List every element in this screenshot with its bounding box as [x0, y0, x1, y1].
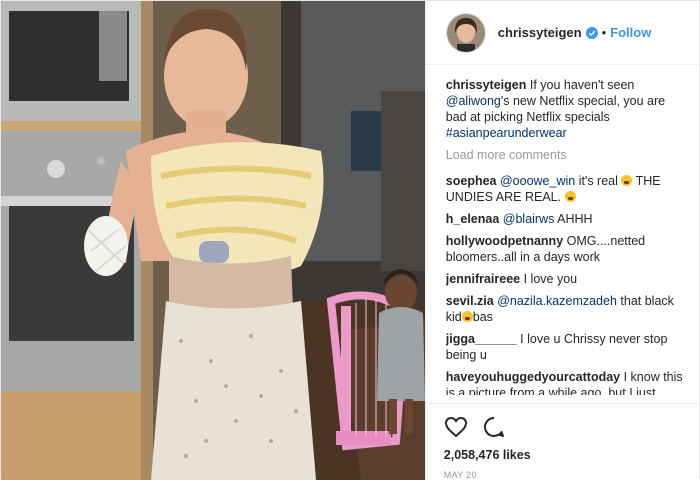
heart-icon[interactable] — [444, 415, 468, 439]
post-sidebar: chrissyteigen • Follow chrissyteigen If … — [424, 1, 700, 480]
comment-text: it's real — [575, 174, 622, 188]
caption-mention[interactable]: @aliwong — [446, 94, 501, 108]
smile-emoji-icon — [461, 311, 473, 322]
post-actions: 2,058,476 likes MAY 20 — [425, 403, 700, 480]
comment-item: soephea @ooowe_win it's real THE UNDIES … — [446, 173, 686, 205]
action-icons — [444, 404, 700, 440]
avatar[interactable] — [445, 12, 486, 53]
comment-username[interactable]: hollywoodpetnanny — [446, 234, 563, 248]
comment-item: h_elenaa @blairws AHHH — [446, 211, 686, 227]
comment-list[interactable]: chrissyteigen If you haven't seen @aliwo… — [446, 77, 686, 395]
comment-item: hollywoodpetnanny OMG....netted bloomers… — [446, 233, 686, 265]
comment-item: sevil.zia @nazila.kazemzadeh that black … — [446, 293, 686, 325]
comment-text: AHHH — [554, 212, 593, 226]
comment-item: jennifraireee I love you — [446, 271, 686, 287]
caption-username[interactable]: chrissyteigen — [446, 78, 527, 92]
post-header: chrissyteigen • Follow — [425, 1, 700, 65]
comment-item: jigga______ I love u Chrissy never stop … — [446, 331, 686, 363]
comment-mention[interactable]: @blairws — [503, 212, 555, 226]
instagram-post: chrissyteigen • Follow chrissyteigen If … — [0, 0, 700, 480]
follow-button[interactable]: Follow — [610, 25, 651, 40]
post-photo[interactable] — [1, 1, 425, 480]
comment-mention[interactable]: @ooowe_win — [500, 174, 575, 188]
caption: chrissyteigen If you haven't seen @aliwo… — [446, 77, 686, 141]
load-more-comments-button[interactable]: Load more comments — [446, 147, 686, 163]
verified-badge-icon — [585, 26, 598, 39]
comment-text-2: bas — [472, 310, 493, 324]
grimace-emoji-icon — [564, 191, 576, 202]
header-separator: • — [601, 25, 607, 40]
comment-username[interactable]: haveyouhuggedyourcattoday — [446, 370, 620, 384]
comment-username[interactable]: sevil.zia — [446, 294, 494, 308]
astonished-emoji-icon — [621, 175, 633, 186]
comment-username[interactable]: soephea — [446, 174, 497, 188]
comment-username[interactable]: jennifraireee — [446, 272, 520, 286]
caption-hashtag[interactable]: #asianpearunderwear — [446, 126, 567, 140]
likes-count[interactable]: 2,058,476 likes — [444, 448, 700, 462]
photo-illustration — [1, 1, 425, 480]
comment-text: I love you — [520, 272, 578, 286]
caption-text-1: If you haven't seen — [526, 78, 635, 92]
comment-username[interactable]: jigga______ — [446, 332, 517, 346]
comment-item: haveyouhuggedyourcattoday I know this is… — [446, 369, 686, 395]
avatar-image — [446, 13, 485, 52]
header-username[interactable]: chrissyteigen — [498, 25, 582, 40]
comment-icon[interactable] — [482, 415, 506, 439]
comment-mention[interactable]: @nazila.kazemzadeh — [497, 294, 617, 308]
comment-username[interactable]: h_elenaa — [446, 212, 500, 226]
